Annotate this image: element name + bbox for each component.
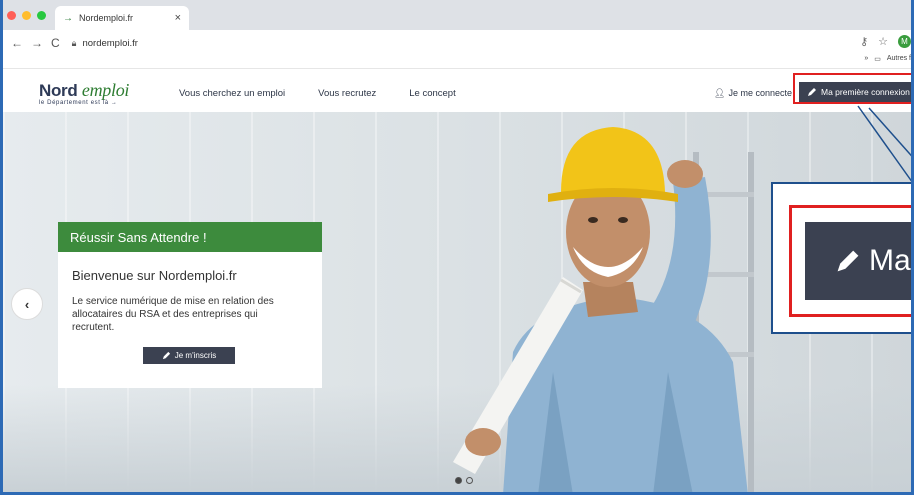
screenshot-frame: → Nordemploi.fr × ← → C 🔒︎ nordemploi.fr…: [0, 0, 914, 495]
zoom-first-login-button: Ma première connexion: [805, 222, 911, 300]
zoom-label: Ma première connexion: [869, 244, 911, 277]
pencil-icon: [837, 250, 859, 272]
